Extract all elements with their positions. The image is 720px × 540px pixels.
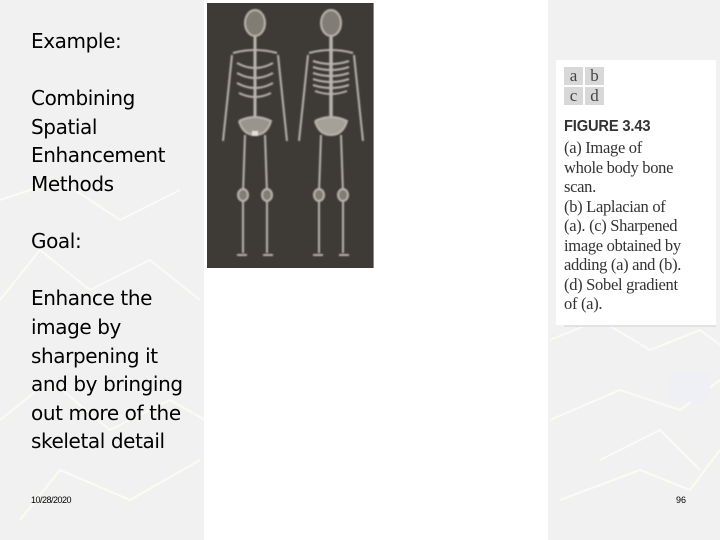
figure-title: FIGURE 3.43 xyxy=(564,118,651,135)
decorative-patch xyxy=(670,372,710,402)
panel-key-b: b xyxy=(585,67,604,85)
skeleton-scan-graphic xyxy=(222,9,364,256)
panel-key-a: a xyxy=(564,67,583,85)
goal-heading: Goal: xyxy=(31,229,82,254)
example-heading: Example: xyxy=(31,29,122,53)
slide-text-block: Example: Combining Spatial Enhancement M… xyxy=(31,27,206,485)
panel-key-grid: a b c d xyxy=(564,67,604,105)
panel-key-c: c xyxy=(564,87,583,105)
goal-body: Enhance the image by sharpening it and b… xyxy=(31,286,183,454)
caption-divider xyxy=(564,325,716,327)
skeleton-posterior xyxy=(298,9,364,256)
skeleton-anterior xyxy=(222,9,288,256)
footer-date: 10/28/2020 xyxy=(31,495,72,505)
panel-key-d: d xyxy=(585,87,604,105)
figure-caption: (a) Image of whole body bone scan. (b) L… xyxy=(564,138,682,313)
figure-caption-box: a b c d FIGURE 3.43 (a) Image of whole b… xyxy=(556,60,716,327)
bone-scan-image xyxy=(207,3,374,268)
page-number: 96 xyxy=(676,495,687,505)
example-body: Combining Spatial Enhancement Methods xyxy=(31,86,166,196)
